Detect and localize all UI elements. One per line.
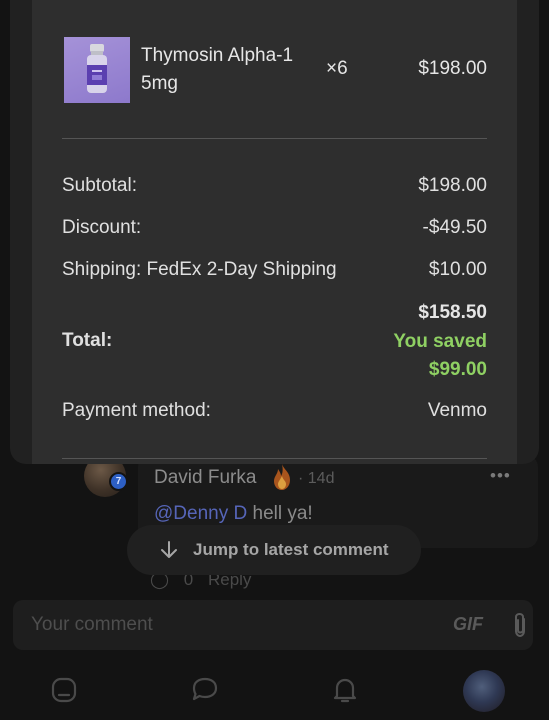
jump-to-latest-button[interactable]: Jump to latest comment [127, 525, 421, 575]
flame-icon [274, 464, 290, 490]
arrow-down-icon [161, 541, 177, 558]
bell-icon[interactable] [329, 674, 361, 706]
product-image [64, 37, 130, 103]
product-name: Thymosin Alpha-1 5mg [141, 45, 294, 94]
total-label: Total: [62, 330, 113, 351]
product-quantity: ×6 [326, 58, 348, 79]
payment-method-value: Venmo [427, 400, 487, 421]
payment-method-label: Payment method: [62, 400, 211, 421]
subtotal-label: Subtotal: [62, 175, 137, 196]
comment-composer: GIF [13, 600, 533, 650]
vial-icon [87, 44, 107, 93]
total-value: $158.50 [418, 302, 487, 323]
shipping-label: Shipping: FedEx 2-Day Shipping [62, 259, 337, 280]
gif-button[interactable]: GIF [453, 614, 483, 635]
home-icon[interactable] [48, 674, 80, 706]
divider-bottom [62, 458, 487, 459]
comment-timestamp: · 14d [298, 470, 335, 487]
comment-author[interactable]: David Furka [154, 467, 256, 489]
shipping-value: $10.00 [428, 259, 487, 280]
subtotal-value: $198.00 [418, 175, 487, 196]
profile-avatar[interactable] [463, 670, 505, 712]
chat-icon[interactable] [189, 674, 221, 706]
total-summary: $158.50 You saved $99.00 [300, 299, 487, 385]
comment-input[interactable] [31, 614, 411, 636]
jump-label: Jump to latest comment [193, 540, 389, 559]
discount-value: -$49.50 [422, 217, 487, 238]
discount-label: Discount: [62, 217, 142, 238]
savings-label: You saved [393, 330, 487, 352]
divider [62, 138, 487, 139]
mention-link[interactable]: @Denny D [154, 503, 247, 524]
comment-text: @Denny D hell ya! [154, 503, 313, 525]
avatar-level-badge: 7 [109, 472, 128, 491]
more-options-icon[interactable]: ••• [490, 466, 511, 486]
paperclip-icon[interactable] [509, 611, 531, 639]
comment-body-text: hell ya! [247, 503, 313, 524]
product-price: $198.00 [418, 58, 487, 79]
savings-amount: $99.00 [428, 359, 487, 380]
